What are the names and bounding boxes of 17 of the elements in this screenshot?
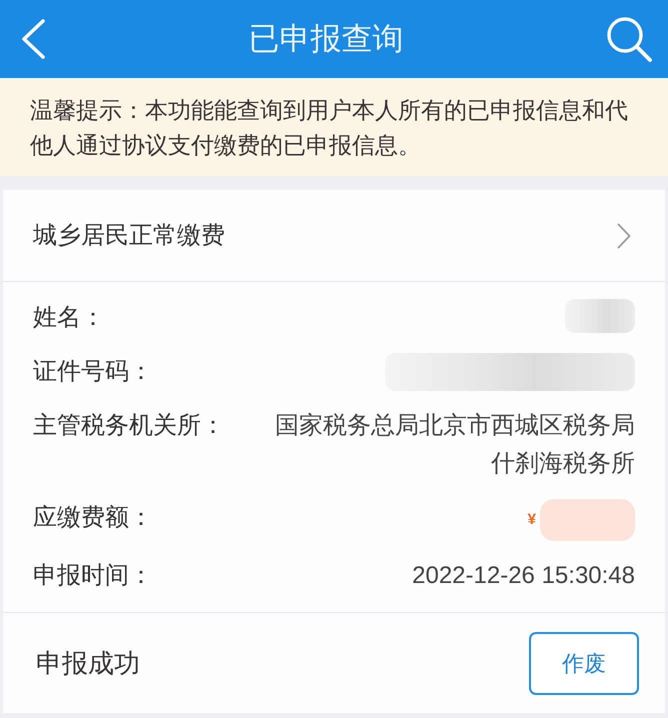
field-value: 2022-12-26 15:30:48 [412, 561, 635, 591]
currency-symbol: ¥ [528, 510, 536, 530]
field-label: 应缴费额： [33, 503, 153, 533]
field-label: 证件号码： [33, 357, 153, 387]
redacted-value [565, 299, 635, 333]
status-text: 申报成功 [36, 646, 140, 680]
field-value: 国家税务总局北京市西城区税务局什刹海税务所 [274, 411, 635, 479]
chevron-right-icon [617, 222, 631, 248]
field-label: 申报时间： [33, 561, 153, 591]
field-label: 主管税务机关所： [33, 411, 225, 441]
field-label: 姓名： [33, 303, 105, 333]
void-button[interactable]: 作废 [529, 632, 639, 694]
category-item[interactable]: 城乡居民正常缴费 [3, 190, 665, 282]
page-title: 已申报查询 [248, 20, 404, 58]
back-icon[interactable] [20, 19, 46, 59]
notice-text: 温馨提示：本功能能查询到用户本人所有的已申报信息和代他人通过协议支付缴费的已申报信息。 [30, 96, 629, 160]
search-icon[interactable] [606, 16, 652, 62]
